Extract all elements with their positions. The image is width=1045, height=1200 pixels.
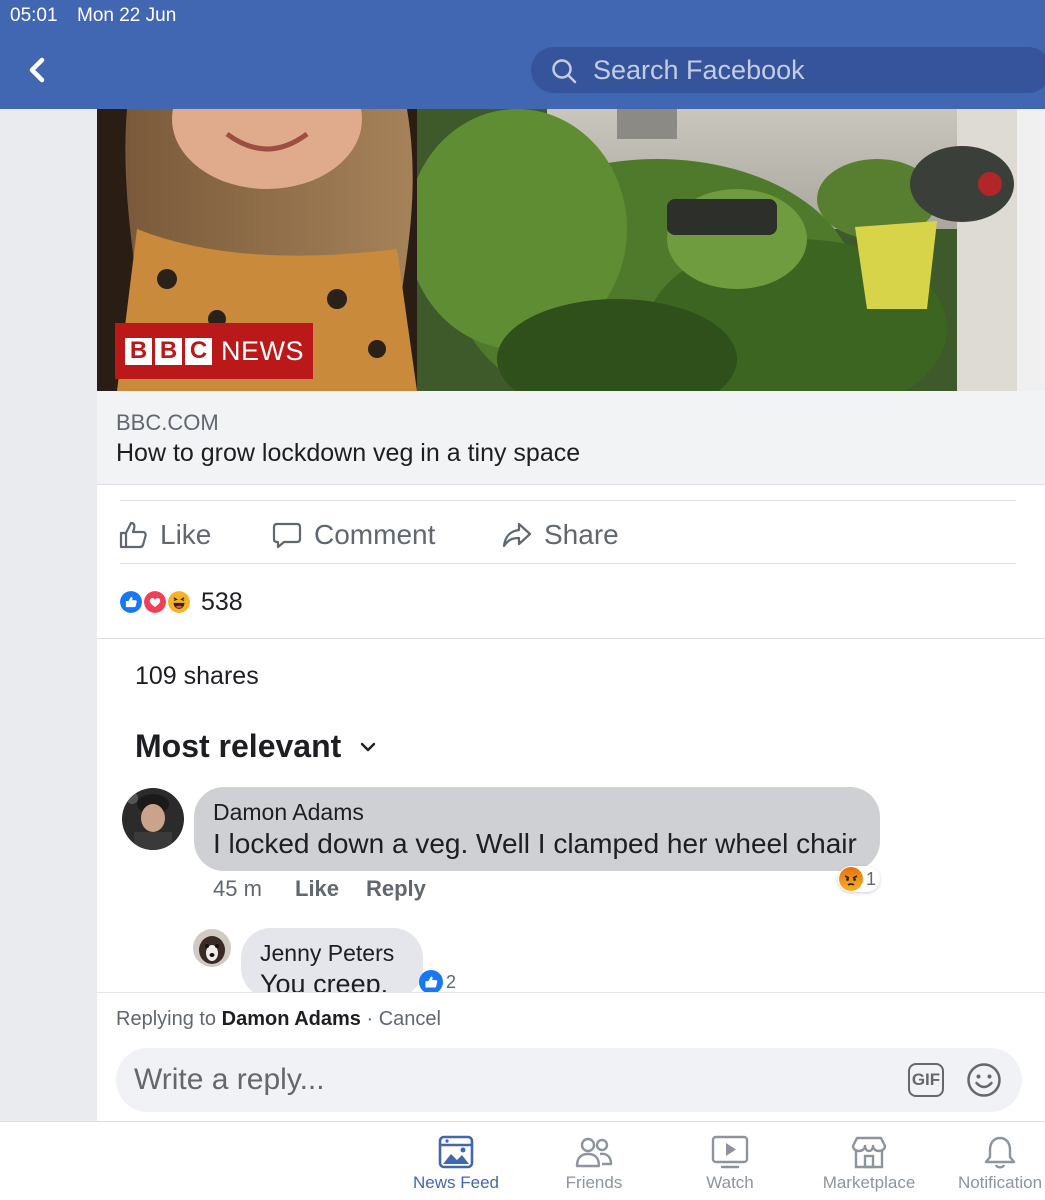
avatar[interactable] [193,929,231,967]
chevron-left-icon [29,57,45,83]
search-icon [552,59,577,84]
share-button[interactable]: Share [502,516,619,554]
comment-reply-link[interactable]: Reply [366,876,426,902]
avatar[interactable] [122,788,184,850]
top-bar: 05:01 Mon 22 Jun [0,0,1045,109]
comment-icon [272,522,302,549]
comment-author[interactable]: Damon Adams [213,799,364,826]
nav-news-feed[interactable]: News Feed [400,1122,512,1200]
comment-text: I locked down a veg. Well I clamped her … [213,828,857,859]
post-image[interactable]: B B C NEWS [97,109,1017,391]
replying-to-bar: Replying to Damon Adams · Cancel [116,1008,441,1030]
comment-reaction[interactable]: 1 [838,866,881,892]
nav-watch[interactable]: Watch [690,1122,770,1200]
link-title[interactable]: How to grow lockdown veg in a tiny space [116,439,580,468]
comment-button[interactable]: Comment [272,516,435,554]
angry-reaction-icon [839,867,863,891]
reaction-count: 2 [446,971,457,992]
status-date: Mon 22 Jun [77,5,177,26]
thumbs-up-icon [119,521,147,549]
news-feed-icon [438,1135,474,1169]
reply-input[interactable] [134,1048,874,1112]
left-gutter [0,109,97,1121]
back-button[interactable] [20,50,60,90]
bottom-nav: News Feed Friends Watch Marketplace Noti… [0,1121,1045,1200]
search-input[interactable] [593,47,1013,93]
like-reaction-icon [118,589,144,615]
damon-avatar-image [122,788,184,850]
reaction-count: 538 [201,588,243,616]
jenny-avatar-image [193,929,231,967]
replying-to-name: Damon Adams [221,1008,361,1030]
shares-count[interactable]: 109 shares [135,662,259,691]
comment-sort-dropdown[interactable]: Most relevant [135,728,377,765]
status-time: 05:01 [10,5,58,26]
bbc-news-logo: B B C NEWS [115,323,313,379]
nav-friends[interactable]: Friends [545,1122,643,1200]
like-reaction-icon [419,970,443,994]
reply-input-box[interactable]: GIF [116,1048,1022,1112]
like-button[interactable]: Like [118,516,211,554]
reply-bubble[interactable]: Jenny Peters You creep. [241,928,423,999]
comment-timestamp: 45 m [213,876,262,901]
share-arrow-icon [502,522,532,548]
nav-marketplace[interactable]: Marketplace [815,1122,923,1200]
reaction-count: 1 [866,868,877,889]
search-bar[interactable] [531,47,1045,93]
card-edge [1017,109,1045,391]
watch-icon [711,1135,749,1169]
haha-reaction-icon [166,589,192,615]
gif-button[interactable]: GIF [908,1063,944,1097]
emoji-icon[interactable] [966,1062,1002,1098]
divider [120,563,1016,564]
comment-reaction[interactable]: 2 [419,970,456,994]
comment-author[interactable]: Jenny Peters [260,940,394,967]
nav-notifications[interactable]: Notification [955,1122,1045,1200]
divider [120,500,1016,501]
love-reaction-icon [142,589,168,615]
comment-bubble[interactable]: Damon Adams I locked down a veg. Well I … [194,787,880,871]
reply-composer: Replying to Damon Adams · Cancel GIF [97,992,1045,1121]
marketplace-icon [851,1136,887,1169]
link-domain: BBC.COM [116,410,219,435]
comment-like-link[interactable]: Like [295,876,339,902]
bell-icon [984,1136,1016,1169]
cancel-reply-link[interactable]: Cancel [379,1008,441,1030]
friends-icon [575,1137,613,1168]
chevron-down-icon [361,742,376,751]
divider [97,638,1045,639]
link-preview[interactable]: BBC.COM How to grow lockdown veg in a ti… [97,391,1045,485]
